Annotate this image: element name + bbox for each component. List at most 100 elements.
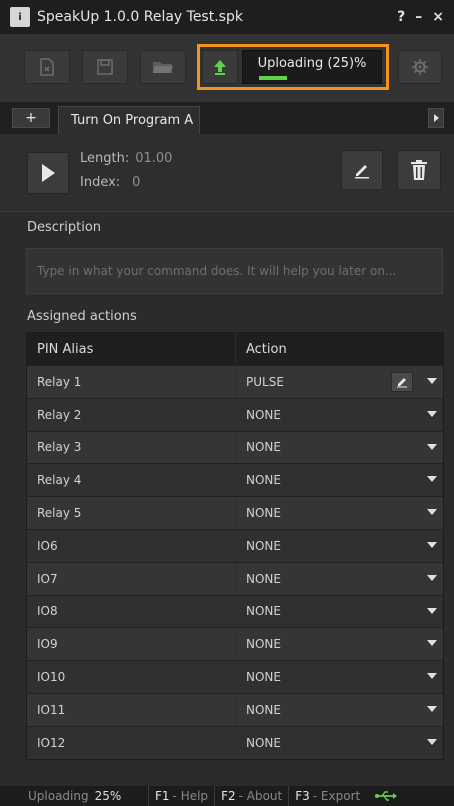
about-key-label: - About <box>238 789 283 803</box>
status-uploading-label: Uploading <box>28 789 89 803</box>
upload-progress-bar <box>259 76 369 80</box>
action-dropdown[interactable]: NONE <box>236 432 443 464</box>
chevron-down-icon <box>427 378 437 384</box>
window-controls: ? – × <box>397 9 444 25</box>
action-dropdown[interactable]: NONE <box>236 628 443 660</box>
chevron-down-icon <box>427 509 437 516</box>
play-icon <box>42 164 55 182</box>
table-header: PIN Alias Action <box>27 333 443 365</box>
tab-scroll-right-button[interactable] <box>428 108 444 128</box>
length-value: 01.00 <box>135 151 173 166</box>
minimize-button[interactable]: – <box>415 9 422 25</box>
action-dropdown[interactable]: NONE <box>236 399 443 431</box>
trash-icon <box>411 160 427 180</box>
help-button[interactable]: ? <box>397 9 405 25</box>
action-dropdown[interactable]: NONE <box>236 497 443 529</box>
pin-alias-cell: Relay 5 <box>27 497 236 529</box>
chevron-right-icon <box>434 114 439 122</box>
help-shortcut[interactable]: F1- Help <box>148 786 214 806</box>
new-file-icon <box>40 58 54 76</box>
status-upload: Uploading 25% <box>0 789 148 803</box>
pin-alias-cell: IO6 <box>27 529 236 562</box>
upload-button[interactable] <box>202 50 238 84</box>
table-row: IO10 NONE <box>27 660 443 693</box>
action-dropdown[interactable]: NONE <box>236 694 443 726</box>
action-dropdown[interactable]: NONE <box>236 563 443 595</box>
save-icon <box>97 59 113 75</box>
action-value: PULSE <box>246 374 284 389</box>
save-button[interactable] <box>82 50 128 84</box>
index-row: Index: 0 <box>80 175 140 190</box>
title-bar: i SpeakUp 1.0.0 Relay Test.spk ? – × <box>0 0 454 34</box>
table-row: Relay 1 PULSE <box>27 365 443 398</box>
description-input[interactable] <box>26 248 443 294</box>
table-row: IO9 NONE <box>27 627 443 661</box>
open-folder-button[interactable] <box>140 50 186 84</box>
pin-alias-cell: Relay 4 <box>27 464 236 497</box>
add-command-tab-button[interactable]: + <box>12 108 50 128</box>
upload-status-text: Uploading (25)% <box>257 56 367 71</box>
help-key-label: - Help <box>172 789 209 803</box>
close-button[interactable]: × <box>432 9 444 25</box>
action-dropdown[interactable]: NONE <box>236 727 443 759</box>
action-dropdown[interactable]: PULSE <box>236 366 443 398</box>
action-value: NONE <box>246 506 281 521</box>
folder-open-icon <box>153 62 173 73</box>
index-label: Index: <box>80 175 121 190</box>
window-title: SpeakUp 1.0.0 Relay Test.spk <box>37 9 243 25</box>
table-row: Relay 2 NONE <box>27 397 443 431</box>
table-row: Relay 3 NONE <box>27 430 443 464</box>
settings-button[interactable] <box>398 50 442 84</box>
status-bar: Uploading 25% F1- Help F2- About F3- Expo… <box>0 786 454 806</box>
edit-action-button[interactable] <box>391 372 413 392</box>
length-label: Length: <box>80 151 130 166</box>
toolbar: Uploading (25)% <box>0 34 454 102</box>
table-row: IO7 NONE <box>27 561 443 595</box>
column-header-action: Action <box>246 341 287 357</box>
about-key: F2 <box>221 789 236 803</box>
command-header: Length: 01.00 Index: 0 <box>0 134 454 212</box>
action-dropdown[interactable]: NONE <box>236 661 443 693</box>
action-value: NONE <box>246 702 281 717</box>
chevron-down-icon <box>427 673 437 680</box>
upload-arrow-icon <box>214 60 226 75</box>
play-button[interactable] <box>27 152 69 194</box>
export-key-label: - Export <box>312 789 361 803</box>
table-row: Relay 5 NONE <box>27 496 443 529</box>
action-value: NONE <box>246 538 281 553</box>
action-dropdown[interactable]: NONE <box>236 596 443 628</box>
app-logo-text: i <box>18 11 22 23</box>
action-dropdown[interactable]: NONE <box>236 464 443 496</box>
assigned-actions-table: PIN Alias Action Relay 1 PULSE Relay 2 NONE… <box>26 332 444 760</box>
action-dropdown[interactable]: NONE <box>236 530 443 562</box>
table-row: IO11 NONE <box>27 692 443 726</box>
action-value: NONE <box>246 407 281 422</box>
table-row: IO8 NONE <box>27 594 443 628</box>
action-value: NONE <box>246 440 281 455</box>
help-key: F1 <box>155 789 170 803</box>
table-body: Relay 1 PULSE Relay 2 NONE Relay 3 NONE Relay … <box>27 365 443 759</box>
status-uploading-value: 25% <box>94 789 122 803</box>
chevron-down-icon <box>427 738 437 745</box>
pin-alias-cell: IO7 <box>27 562 236 595</box>
chevron-down-icon <box>427 443 437 450</box>
chevron-down-icon <box>427 574 437 581</box>
upload-progress-fill <box>259 76 287 80</box>
export-shortcut[interactable]: F3- Export <box>288 786 366 806</box>
action-value: NONE <box>246 604 281 619</box>
tab-bar: + Turn On Program A <box>0 102 454 134</box>
action-value: NONE <box>246 473 281 488</box>
new-file-button[interactable] <box>24 50 70 84</box>
tab-turn-on-program-a[interactable]: Turn On Program A <box>58 106 200 134</box>
chevron-down-icon <box>427 541 437 548</box>
length-row: Length: 01.00 <box>80 151 172 166</box>
edit-command-button[interactable] <box>341 150 383 190</box>
about-shortcut[interactable]: F2- About <box>214 786 288 806</box>
chevron-down-icon <box>427 705 437 712</box>
app-logo-icon: i <box>10 7 30 27</box>
table-row: IO12 NONE <box>27 725 443 759</box>
delete-command-button[interactable] <box>397 150 441 190</box>
pin-alias-cell: IO8 <box>27 595 236 628</box>
table-row: Relay 4 NONE <box>27 463 443 497</box>
pin-alias-cell: IO9 <box>27 628 236 661</box>
